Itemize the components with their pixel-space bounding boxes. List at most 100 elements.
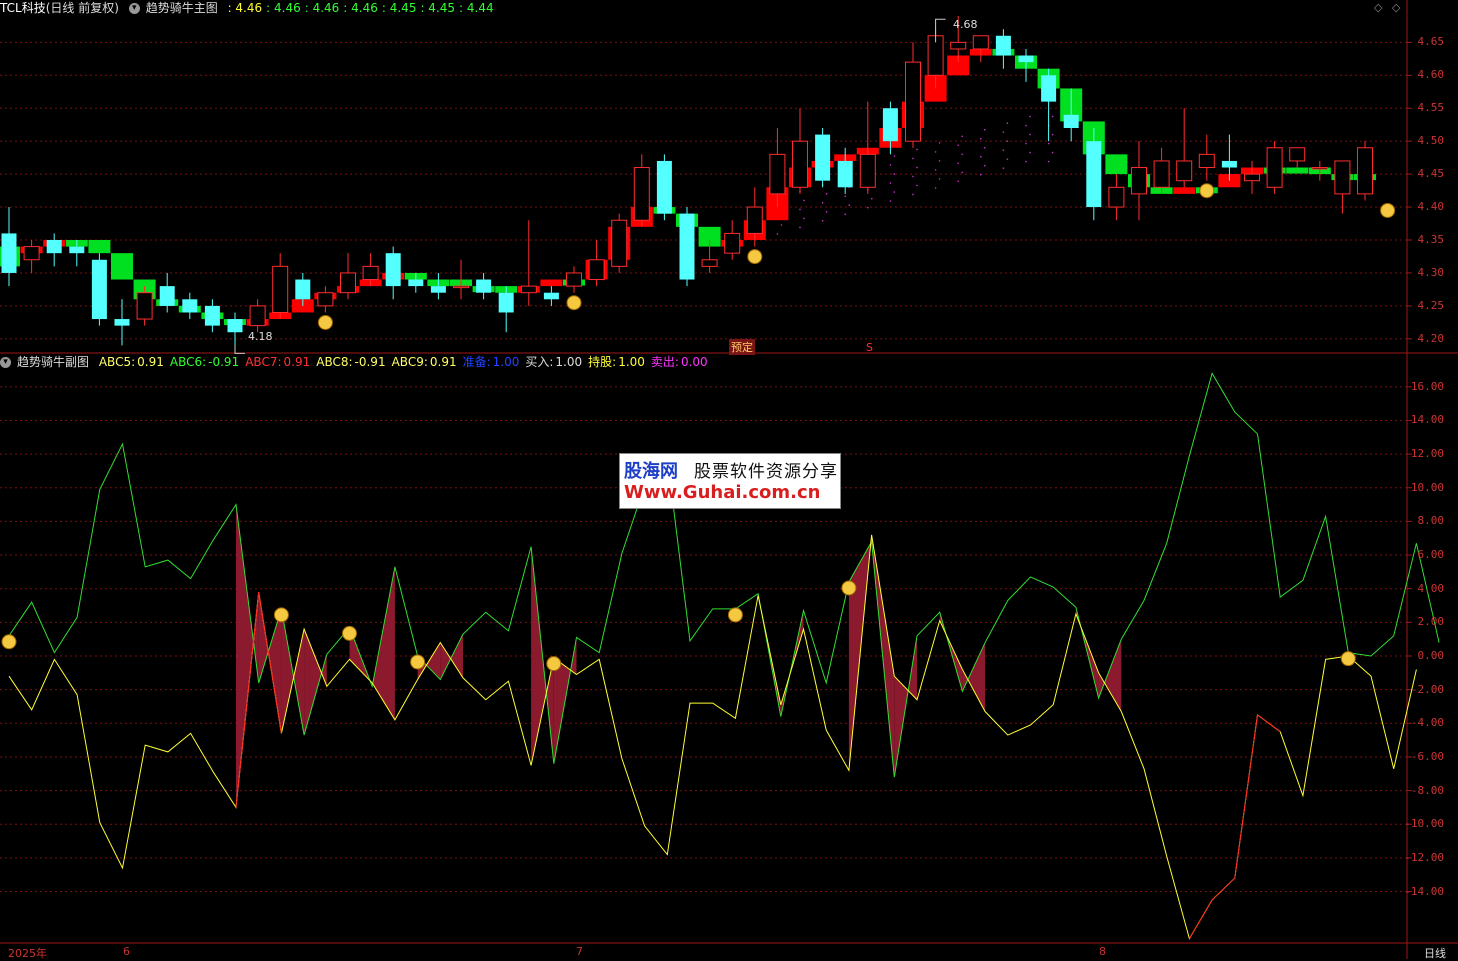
main-value: : 4.46 xyxy=(266,1,301,15)
channel-dot xyxy=(799,226,801,229)
period-label: (日线 前复权) xyxy=(45,1,119,15)
channel-dot xyxy=(799,208,801,211)
channel-dot xyxy=(934,169,937,171)
price-tick: 4.25 xyxy=(1417,298,1445,312)
candle-body xyxy=(1198,153,1215,169)
money-bag-icon xyxy=(1199,183,1215,199)
candle-body xyxy=(23,246,40,261)
main-value: : 4.44 xyxy=(459,1,494,15)
money-bag-icon xyxy=(317,314,333,330)
money-bag-icon xyxy=(1380,202,1396,218)
channel-dot xyxy=(984,146,986,149)
main-chart-header: TCL科技(日线 前复权) ▾ 趋势骑牛主图 : 4.46: 4.46: 4.46… xyxy=(0,0,500,16)
sub-value: 0.91 xyxy=(137,355,164,369)
channel-dot xyxy=(825,193,828,195)
money-bag-icon xyxy=(1,634,17,650)
money-bag-icon xyxy=(546,656,562,672)
candle-body xyxy=(295,279,311,300)
candle-body xyxy=(114,319,130,326)
sub-value: -0.91 xyxy=(208,355,240,369)
channel-dot xyxy=(916,184,918,187)
channel-dot xyxy=(844,213,846,216)
collapse-arrow-icon[interactable]: ◇ xyxy=(1392,1,1400,14)
osc-tick: 6.00 xyxy=(1417,548,1445,562)
sub-value: -0.91 xyxy=(354,355,386,369)
channel-dot xyxy=(912,175,914,178)
channel-dot xyxy=(1029,133,1031,136)
channel-dot xyxy=(1047,160,1050,163)
candle-body xyxy=(1131,167,1147,195)
money-bag-icon xyxy=(1340,651,1356,667)
sub-value: 1.00 xyxy=(555,355,583,369)
main-value: : 4.46 xyxy=(227,1,263,15)
sub-label: 卖出: xyxy=(650,355,679,369)
channel-dot xyxy=(957,162,959,165)
channel-dot xyxy=(938,160,941,162)
indicator-menu-icon[interactable]: ▾ xyxy=(128,3,140,14)
channel-dot xyxy=(961,171,963,174)
stock-symbol[interactable]: TCL科技 xyxy=(0,1,46,15)
sub-label: 买入: xyxy=(525,355,554,369)
channel-dot xyxy=(1025,142,1027,145)
trend-band-block xyxy=(1105,154,1128,175)
trend-band-block xyxy=(111,253,133,280)
candle-body xyxy=(905,61,921,142)
osc-fill-region xyxy=(962,642,986,712)
candle-body xyxy=(46,240,62,254)
money-bag-icon xyxy=(841,580,857,596)
channel-dot xyxy=(1006,140,1009,142)
candle-body xyxy=(91,259,107,320)
sub-indicator-name[interactable]: 趋势骑牛副图 xyxy=(17,355,89,369)
expand-diamond-icon[interactable]: ◇ xyxy=(1374,1,1382,14)
osc-tick: 0.00 xyxy=(1417,649,1445,662)
candle-body xyxy=(837,160,853,188)
channel-dot xyxy=(803,217,805,220)
price-tick: 4.55 xyxy=(1417,101,1445,115)
main-value: : 4.46 xyxy=(304,1,340,15)
channel-dot xyxy=(871,197,873,200)
candle-body xyxy=(1108,186,1125,208)
candle-body xyxy=(815,134,831,181)
candle-body xyxy=(1334,160,1351,195)
sub-label: ABC8: xyxy=(316,355,353,369)
candle-body xyxy=(1063,114,1079,128)
money-bag-icon xyxy=(747,249,763,265)
candle-body xyxy=(1018,55,1034,63)
money-bag-icon xyxy=(342,625,357,641)
indicator-menu-icon[interactable]: ▾ xyxy=(0,357,11,368)
osc-tick: -14.00 xyxy=(1404,884,1444,898)
sub-label: 准备: xyxy=(462,355,491,369)
x-label-month: 6 xyxy=(123,945,130,958)
candle-body xyxy=(543,292,559,300)
candle-body xyxy=(182,299,198,313)
candle-body xyxy=(204,305,220,326)
channel-dot xyxy=(1047,142,1050,145)
osc-tick: 10.00 xyxy=(1410,480,1444,494)
price-tick: 4.20 xyxy=(1417,331,1445,345)
osc-tick: 2.00 xyxy=(1417,615,1445,629)
price-tick: 4.60 xyxy=(1417,68,1445,82)
price-tick: 4.40 xyxy=(1417,200,1445,214)
osc-tick: -8.00 xyxy=(1410,783,1444,797)
candle-body xyxy=(1041,75,1057,102)
candle-body xyxy=(1153,160,1170,188)
candle-body xyxy=(136,292,153,320)
channel-dot xyxy=(1002,149,1005,151)
candle-body xyxy=(1244,173,1260,182)
channel-dot xyxy=(934,187,937,189)
trend-band-block xyxy=(1173,187,1196,194)
price-tick: 4.35 xyxy=(1417,233,1445,246)
candle-body xyxy=(1,233,17,273)
main-indicator-name[interactable]: 趋势骑牛主图 xyxy=(146,1,218,15)
candle-body xyxy=(792,140,808,188)
sub-value: 1.00 xyxy=(492,355,520,369)
channel-dot xyxy=(1006,158,1009,160)
candle-body xyxy=(1311,167,1328,170)
channel-dot xyxy=(821,220,824,222)
osc-tick: -10.00 xyxy=(1404,817,1444,831)
candle-body xyxy=(317,292,334,307)
candle-body xyxy=(272,265,289,313)
channel-dot xyxy=(1051,133,1054,136)
osc-tick: 8.00 xyxy=(1417,514,1445,528)
sub-label: ABC6: xyxy=(169,355,207,369)
